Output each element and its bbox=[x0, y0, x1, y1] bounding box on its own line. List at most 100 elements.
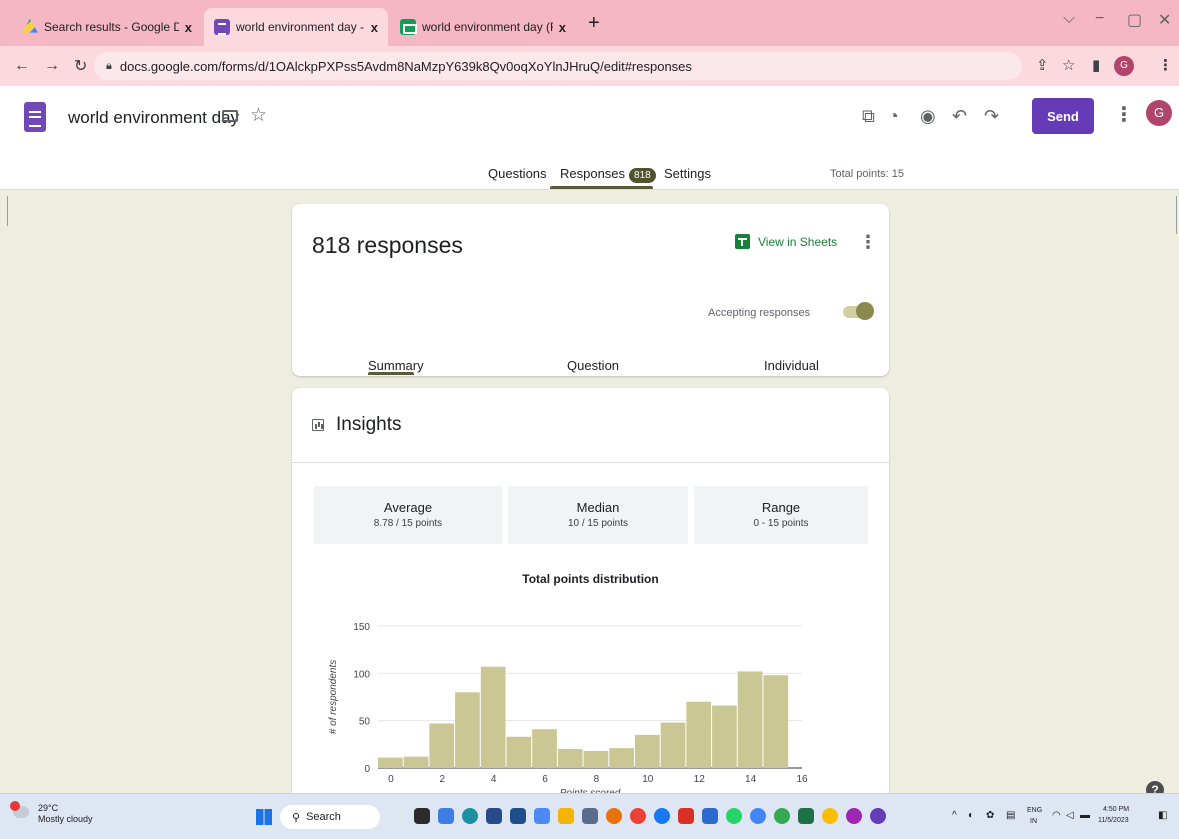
youtube-icon[interactable] bbox=[678, 808, 694, 824]
chevron-up-icon[interactable]: ^ bbox=[952, 810, 957, 821]
new-tab-button[interactable]: + bbox=[588, 12, 600, 35]
notification-icon[interactable]: ◧ bbox=[1158, 810, 1167, 821]
task-view-icon[interactable] bbox=[414, 808, 430, 824]
palette-icon[interactable]: ◔ bbox=[888, 106, 899, 127]
chrome-icon[interactable] bbox=[822, 808, 838, 824]
search-icon: ⚲ bbox=[292, 811, 301, 824]
back-icon[interactable]: ← bbox=[14, 57, 30, 75]
close-icon[interactable]: x bbox=[559, 20, 566, 35]
edge-icon[interactable] bbox=[462, 808, 478, 824]
close-icon[interactable]: x bbox=[185, 20, 192, 35]
wifi-icon[interactable]: ◠ bbox=[1052, 810, 1061, 821]
word-icon[interactable] bbox=[702, 808, 718, 824]
total-points-label: Total points: 15 bbox=[830, 168, 904, 180]
google-forms-logo-icon[interactable] bbox=[24, 102, 46, 132]
browser-profile-avatar[interactable]: G bbox=[1114, 56, 1134, 76]
redo-icon[interactable]: ↷ bbox=[984, 106, 999, 127]
volume-icon[interactable]: ◁ bbox=[1066, 810, 1074, 821]
tab-questions[interactable]: Questions bbox=[488, 166, 547, 181]
undo-icon[interactable]: ↶ bbox=[952, 106, 967, 127]
chrome-icon[interactable] bbox=[870, 808, 886, 824]
chrome-icon[interactable] bbox=[846, 808, 862, 824]
browser-tab-strip: Search results - Google Drive x world en… bbox=[0, 0, 1179, 46]
x-tick-label: 14 bbox=[745, 774, 757, 785]
whatsapp-icon[interactable] bbox=[726, 808, 742, 824]
copilot-icon[interactable] bbox=[438, 808, 454, 824]
tab-title: world environment day - Googl bbox=[236, 20, 365, 34]
tray-app-icon[interactable]: ◐ bbox=[968, 810, 974, 821]
stat-range: Range 0 - 15 points bbox=[694, 486, 868, 544]
more-options-icon[interactable]: ⋮ bbox=[1114, 102, 1134, 127]
subtab-individual[interactable]: Individual bbox=[764, 358, 819, 373]
firefox-icon[interactable] bbox=[606, 808, 622, 824]
side-panel-icon[interactable]: ▮ bbox=[1092, 56, 1100, 74]
histogram-bar bbox=[686, 701, 712, 768]
lock-icon: 🔒︎ bbox=[106, 59, 112, 72]
view-in-sheets-button[interactable]: View in Sheets bbox=[735, 234, 837, 249]
window-close-icon[interactable]: ✕ bbox=[1158, 10, 1171, 30]
file-explorer-icon[interactable] bbox=[558, 808, 574, 824]
responses-content[interactable]: 818 responses View in Sheets ⋮ Accepting… bbox=[0, 190, 1179, 793]
y-axis-label: # of respondents bbox=[328, 660, 339, 735]
battery-icon[interactable]: ▬ bbox=[1080, 810, 1090, 821]
mail-icon[interactable] bbox=[510, 808, 526, 824]
chrome-icon[interactable] bbox=[750, 808, 766, 824]
tab-settings[interactable]: Settings bbox=[664, 166, 711, 181]
star-icon[interactable]: ☆ bbox=[250, 104, 267, 127]
keyboard-icon[interactable]: ▤ bbox=[1006, 810, 1015, 821]
restore-icon[interactable]: ▢ bbox=[1127, 10, 1142, 30]
weather-description[interactable]: Mostly cloudy bbox=[38, 814, 93, 824]
tab-responses-label: Responses bbox=[560, 166, 626, 181]
folder-icon[interactable] bbox=[222, 110, 238, 122]
browser-tab-forms[interactable]: world environment day - Googl x bbox=[204, 8, 388, 46]
forms-header: world environment day ☆ ⧉ ◔ ◉ ↶ ↷ Send ⋮… bbox=[0, 86, 1179, 190]
forward-icon[interactable]: → bbox=[44, 57, 60, 75]
facebook-icon[interactable] bbox=[654, 808, 670, 824]
weather-temperature[interactable]: 29°C bbox=[38, 803, 58, 813]
clock-date[interactable]: 11/5/2023 bbox=[1098, 817, 1129, 824]
windows-start-icon[interactable] bbox=[256, 809, 272, 825]
search-label: Search bbox=[306, 811, 341, 823]
taskbar-search[interactable]: ⚲ Search bbox=[280, 805, 380, 829]
excel-icon[interactable] bbox=[798, 808, 814, 824]
browser-menu-icon[interactable]: ⋮ bbox=[1158, 56, 1173, 74]
chevron-down-icon[interactable]: ⌵ bbox=[1063, 10, 1075, 28]
minimize-icon[interactable]: − bbox=[1095, 10, 1104, 28]
y-tick-label: 50 bbox=[359, 717, 371, 728]
bookmark-star-icon[interactable]: ☆ bbox=[1062, 56, 1075, 74]
form-title[interactable]: world environment day bbox=[68, 108, 239, 128]
subtab-question[interactable]: Question bbox=[567, 358, 619, 373]
send-button[interactable]: Send bbox=[1032, 98, 1094, 134]
more-options-icon[interactable]: ⋮ bbox=[859, 232, 877, 253]
insights-title: Insights bbox=[336, 414, 402, 435]
account-avatar[interactable]: G bbox=[1146, 100, 1172, 126]
weather-icon[interactable] bbox=[10, 801, 29, 818]
scrollbar[interactable] bbox=[1176, 196, 1177, 234]
x-tick-label: 10 bbox=[642, 774, 654, 785]
url-bar[interactable]: 🔒︎ docs.google.com/forms/d/1OAlckpPXPss5… bbox=[94, 52, 1022, 80]
stat-label: Median bbox=[576, 500, 620, 515]
reload-icon[interactable]: ↻ bbox=[74, 56, 87, 76]
histogram-bar bbox=[506, 736, 532, 768]
sheets-icon bbox=[735, 234, 750, 249]
language-region[interactable]: IN bbox=[1030, 818, 1037, 825]
browser-tab-drive[interactable]: Search results - Google Drive x bbox=[12, 8, 202, 46]
subtab-summary[interactable]: Summary bbox=[368, 358, 424, 373]
tab-responses[interactable]: Responses 818 bbox=[560, 166, 656, 183]
histogram-bar bbox=[737, 671, 763, 768]
store-icon[interactable] bbox=[486, 808, 502, 824]
language-code[interactable]: ENG bbox=[1027, 807, 1042, 814]
chrome-icon[interactable] bbox=[630, 808, 646, 824]
add-ons-puzzle-icon[interactable]: ⧉ bbox=[862, 106, 875, 127]
clock-time[interactable]: 4:50 PM bbox=[1103, 806, 1129, 813]
tray-app-icon[interactable]: ✿ bbox=[986, 810, 994, 821]
photos-icon[interactable] bbox=[582, 808, 598, 824]
share-icon[interactable]: ⇪ bbox=[1036, 56, 1049, 74]
app-icon[interactable] bbox=[534, 808, 550, 824]
preview-eye-icon[interactable]: ◉ bbox=[920, 106, 936, 127]
browser-tab-sheets[interactable]: world environment day (Respon x bbox=[390, 8, 576, 46]
toggle-knob[interactable] bbox=[856, 302, 874, 320]
chrome-icon[interactable] bbox=[774, 808, 790, 824]
histogram-bar bbox=[634, 734, 660, 768]
close-icon[interactable]: x bbox=[371, 20, 378, 35]
